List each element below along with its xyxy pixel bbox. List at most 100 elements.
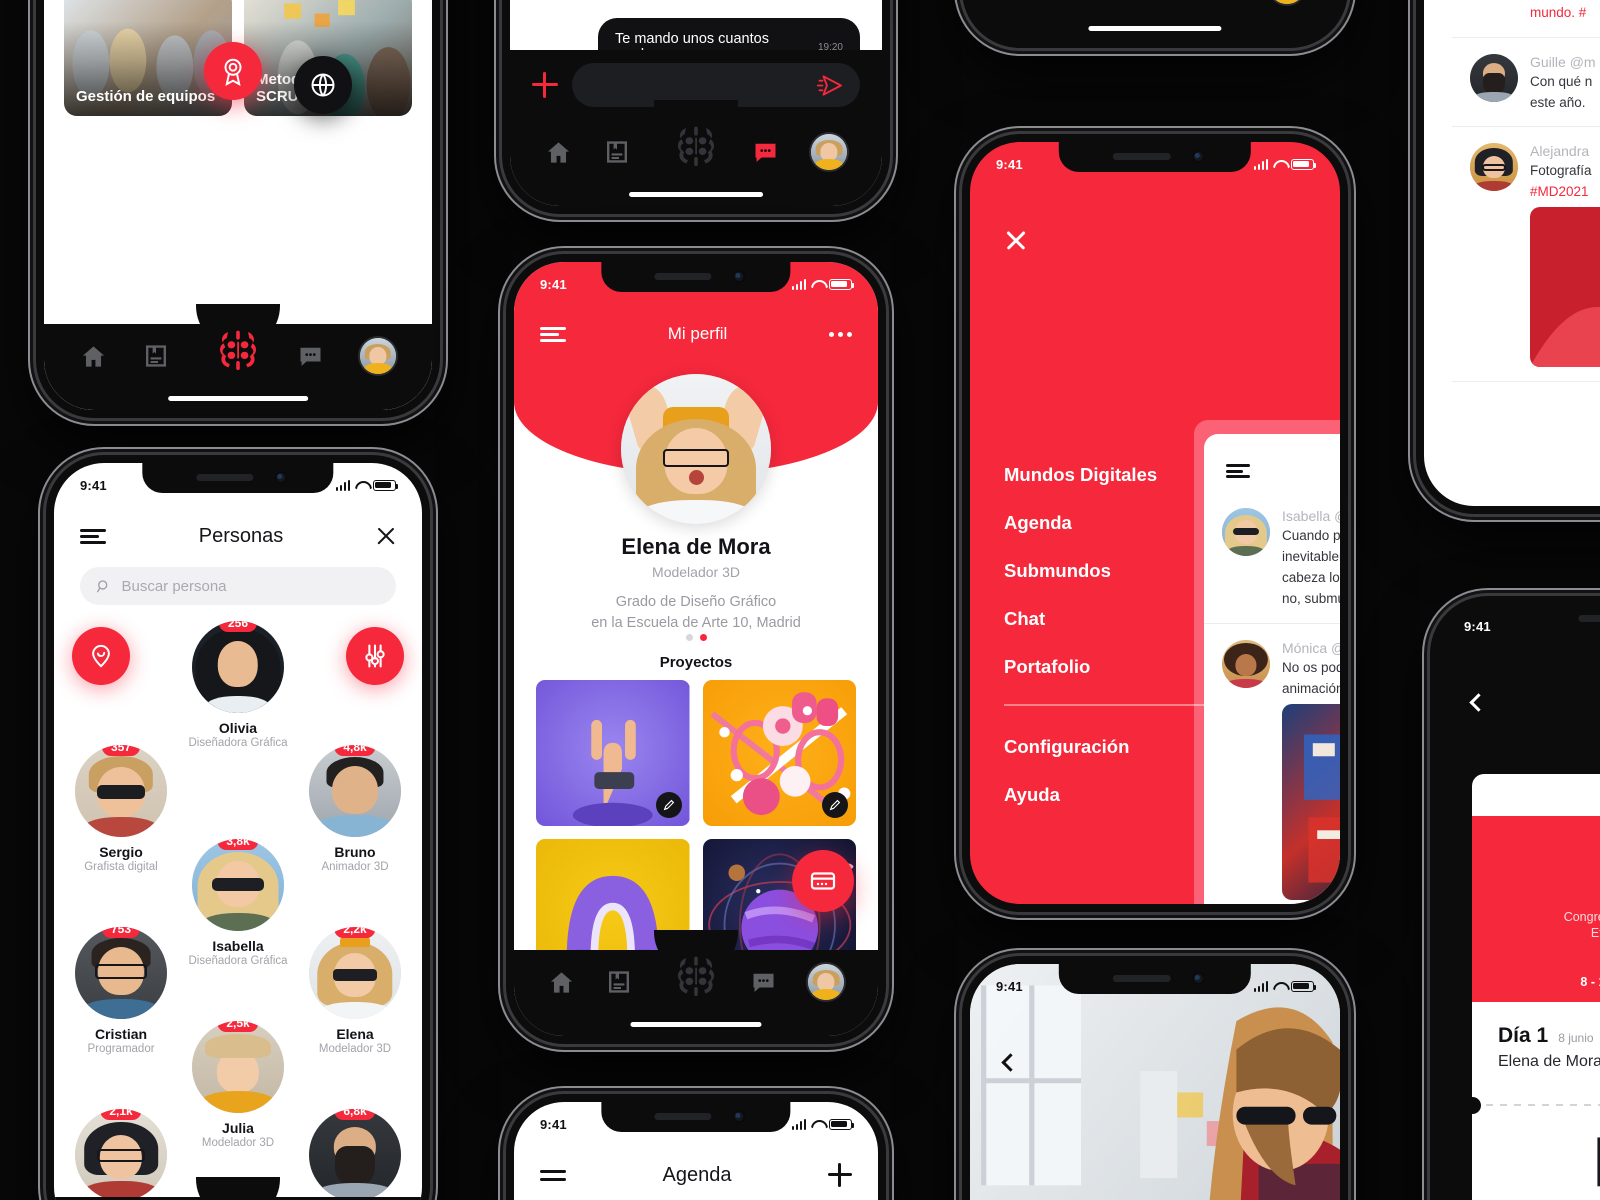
drawer-item-chat[interactable]: Chat <box>1004 608 1214 630</box>
search-input[interactable] <box>121 577 380 595</box>
drawer-item-configuracion[interactable]: Configuración <box>1004 736 1214 758</box>
award-fab-button[interactable] <box>204 42 262 100</box>
person-card[interactable]: 2,2k Elena Modelador 3D <box>306 927 404 1055</box>
post-text-line: no, submu <box>1282 591 1340 607</box>
tab-profile-avatar[interactable] <box>359 338 396 374</box>
post-author: Guille @m <box>1530 53 1596 70</box>
drawer-item-submundos[interactable]: Submundos <box>1004 560 1214 582</box>
tab-home[interactable] <box>548 969 575 996</box>
project-edit-button[interactable] <box>655 792 682 818</box>
close-icon[interactable] <box>1006 230 1026 250</box>
earpiece-speaker <box>1578 615 1600 622</box>
tab-profile-avatar[interactable] <box>811 134 848 170</box>
status-time: 9:41 <box>540 276 567 292</box>
chevron-left-icon[interactable] <box>1469 693 1488 712</box>
post-image[interactable] <box>1530 207 1600 368</box>
pager-dots[interactable] <box>514 634 878 641</box>
ticket-banner: Congreso Internacional de Efectos Visual… <box>1472 816 1600 1002</box>
tab-library[interactable] <box>607 970 631 994</box>
drawer-peek-feed[interactable]: Isabella @i Cuando pe inevitablem cabeza… <box>1204 434 1340 904</box>
tab-chat[interactable] <box>751 970 776 995</box>
tab-library[interactable] <box>605 140 629 164</box>
avatar: 357 <box>75 745 167 837</box>
tab-chat[interactable] <box>298 344 323 369</box>
location-fab-button[interactable] <box>72 627 130 685</box>
plus-icon[interactable] <box>532 72 558 98</box>
tab-logo-button[interactable] <box>1135 0 1175 2</box>
person-card[interactable]: 4,8k Bruno Animador 3D <box>306 745 404 873</box>
tab-home[interactable] <box>545 139 572 166</box>
plus-icon[interactable] <box>828 1163 852 1187</box>
send-arrow-icon[interactable] <box>816 73 844 98</box>
feed-post[interactable]: Alejandra Fotografía #MD2021 <box>1452 127 1600 383</box>
person-card[interactable]: 256 Olivia Diseñadora Gráfica <box>188 621 288 749</box>
tab-chat[interactable] <box>753 140 778 165</box>
project-edit-button[interactable] <box>822 792 848 818</box>
tab-home[interactable] <box>80 343 107 370</box>
person-role: Grafista digital <box>84 861 158 873</box>
person-card[interactable]: 357 Sergio Grafista digital <box>72 745 170 873</box>
drawer-item-portafolio[interactable]: Portafolio <box>1004 656 1214 678</box>
post-text-line: Cuando pe <box>1282 528 1340 543</box>
profile-avatar[interactable] <box>621 374 771 524</box>
status-time: 9:41 <box>80 477 107 493</box>
screen-profile: 9:41 Mi perfil Elena de Mora Modelador 3 <box>514 262 878 1036</box>
tab-profile-avatar[interactable] <box>808 964 844 1000</box>
person-role: Animador 3D <box>321 861 389 873</box>
hamburger-menu-icon[interactable] <box>1226 464 1250 478</box>
globe-fab-button[interactable] <box>294 56 352 114</box>
person-card[interactable]: 2,1k Alejandra Directora de arte <box>72 1109 170 1200</box>
day-label: Día 1 <box>1498 1024 1549 1047</box>
feed-post[interactable]: Guille @m Con qué n este año. <box>1452 38 1600 127</box>
tab-logo-button[interactable] <box>218 328 258 372</box>
status-time: 9:41 <box>996 978 1023 994</box>
device-notch <box>1525 604 1600 634</box>
pager-dot-active[interactable] <box>699 634 707 641</box>
drawer-item-mundos-digitales[interactable]: Mundos Digitales <box>1004 464 1214 486</box>
more-horizontal-icon[interactable] <box>828 331 852 337</box>
feed-post[interactable]: Isabella @i Cuando pe inevitablem cabeza… <box>1204 492 1340 624</box>
ticket-card: Congreso Internacional de Efectos Visual… <box>1472 774 1600 1200</box>
brain-logo-icon <box>218 328 258 372</box>
brain-logo-icon <box>1135 0 1175 2</box>
person-name: Sergio <box>99 844 143 860</box>
hamburger-menu-icon[interactable] <box>80 528 106 544</box>
feed-post[interactable]: Mónica @m No os pode animación. <box>1204 624 1340 904</box>
project-card[interactable] <box>536 680 690 826</box>
tab-logo-button[interactable] <box>676 954 716 998</box>
pager-dot[interactable] <box>685 634 693 641</box>
close-icon[interactable] <box>376 526 396 546</box>
device-notch <box>601 262 791 292</box>
person-role: Diseñadora Gráfica <box>188 737 288 749</box>
status-badge: 357 <box>101 745 141 756</box>
post-text-line: Con qué n <box>1530 73 1593 89</box>
book-shelf-icon <box>607 970 631 994</box>
tab-profile-avatar[interactable] <box>1269 0 1306 4</box>
filter-fab-button[interactable] <box>346 627 404 685</box>
search-field-wrap[interactable] <box>80 567 396 605</box>
person-card[interactable]: 753 Cristian Programador <box>72 927 170 1055</box>
post-image[interactable] <box>1282 703 1340 900</box>
hamburger-menu-icon[interactable] <box>540 1169 566 1181</box>
card-view-fab-button[interactable] <box>792 850 854 912</box>
pencil-edit-icon <box>662 798 676 812</box>
avatar: 2,5k <box>192 1021 284 1113</box>
drawer-item-ayuda[interactable]: Ayuda <box>1004 784 1214 806</box>
drawer-item-agenda[interactable]: Agenda <box>1004 512 1214 534</box>
phone-agenda: 9:41 Agenda <box>506 1094 886 1200</box>
home-indicator <box>168 396 308 401</box>
person-card[interactable]: 3,8k Isabella Diseñadora Gráfica <box>188 839 288 967</box>
people-grid: 256 Olivia Diseñadora Gráfica 357 Sergio… <box>54 615 422 1200</box>
person-role: Modelador 3D <box>201 1137 275 1149</box>
hamburger-menu-icon[interactable] <box>540 326 566 342</box>
tab-logo-button[interactable] <box>676 124 716 168</box>
tab-library[interactable] <box>144 344 168 368</box>
person-card[interactable]: 2,5k Julia Modelador 3D <box>189 1021 287 1149</box>
feed-post[interactable]: Sergio @s Deseando el Festival mundo. # <box>1452 0 1600 38</box>
avatar <box>1222 508 1270 556</box>
project-card[interactable] <box>702 680 856 826</box>
wifi-icon <box>811 279 824 289</box>
post-text-line: este año. <box>1530 94 1586 110</box>
person-card[interactable]: 6,8k Guillermo Animador 3D <box>306 1109 404 1200</box>
chat-bubble-icon <box>753 140 778 165</box>
